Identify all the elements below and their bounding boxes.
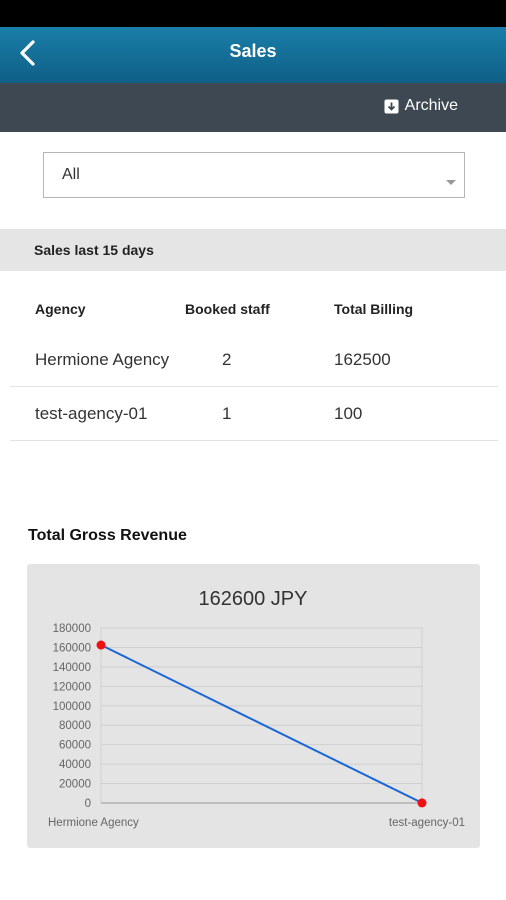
chart-title: 162600 JPY	[199, 588, 308, 610]
cell-agency: Hermione Agency	[35, 349, 170, 369]
y-tick-label: 20000	[59, 779, 91, 791]
column-header-total-billing: Total Billing	[334, 301, 414, 317]
revenue-line-chart: 162600 JPY 0 20000 40000 60000 80000 100000 120…	[48, 588, 465, 829]
archive-button[interactable]: Archive	[384, 97, 458, 115]
app-bar: Sales	[0, 27, 506, 83]
y-tick-label: 40000	[59, 759, 91, 771]
y-tick-label: 160000	[53, 642, 91, 654]
archive-label: Archive	[404, 97, 458, 114]
revenue-chart-card: 162600 JPY 0 20000 40000 60000 80000 100000 120…	[27, 564, 480, 848]
data-point	[417, 798, 427, 808]
sales-table: Agency Booked staff Total Billing Hermio…	[10, 285, 498, 441]
y-tick-label: 0	[85, 798, 91, 810]
x-tick-label: Hermione Agency	[48, 817, 139, 829]
cell-booked-staff: 2	[222, 349, 232, 369]
archive-box-icon	[384, 99, 399, 114]
data-point	[96, 640, 106, 650]
table-row[interactable]: Hermione Agency 2 162500	[10, 333, 498, 387]
y-tick-label: 120000	[53, 681, 91, 693]
column-header-booked-staff: Booked staff	[185, 301, 270, 317]
cell-booked-staff: 1	[222, 403, 232, 423]
table-header-row: Agency Booked staff Total Billing	[10, 285, 498, 333]
cell-total-billing: 100	[334, 403, 363, 423]
page-title: Sales	[229, 41, 277, 61]
action-bar: Archive	[0, 83, 506, 132]
y-tick-label: 140000	[53, 662, 91, 674]
dropdown-caret-icon	[446, 173, 456, 191]
table-row[interactable]: test-agency-01 1 100	[10, 387, 498, 441]
column-header-agency: Agency	[35, 301, 86, 317]
y-tick-label: 100000	[53, 701, 91, 713]
y-tick-label: 80000	[59, 720, 91, 732]
revenue-section-title: Total Gross Revenue	[28, 527, 187, 544]
y-tick-label: 180000	[53, 623, 91, 635]
x-tick-label: test-agency-01	[389, 817, 465, 829]
agency-filter-select[interactable]: All	[43, 152, 465, 198]
cell-agency: test-agency-01	[35, 403, 148, 423]
status-bar	[0, 0, 506, 27]
y-tick-label: 60000	[59, 740, 91, 752]
cell-total-billing: 162500	[334, 349, 391, 369]
section-header: Sales last 15 days	[0, 229, 506, 271]
series-line	[100, 644, 423, 804]
filter-selected-value: All	[62, 166, 80, 183]
